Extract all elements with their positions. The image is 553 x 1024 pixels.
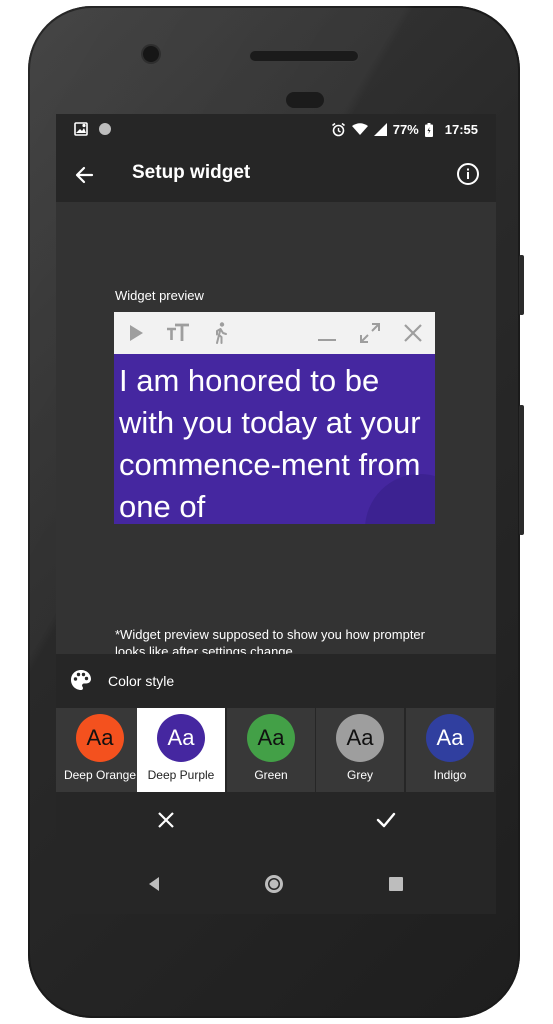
close-icon[interactable] xyxy=(401,321,425,345)
swatch-circle: Aa xyxy=(157,714,205,762)
color-swatch-list: Aa Deep Orange Aa Deep Purple Aa Green A… xyxy=(56,706,496,794)
dot-notification-icon xyxy=(98,122,112,136)
swatch-grey[interactable]: Aa Grey xyxy=(316,708,404,792)
nav-recents-icon[interactable] xyxy=(384,872,408,896)
minimize-icon[interactable] xyxy=(315,321,339,345)
swatch-green[interactable]: Aa Green xyxy=(227,708,315,792)
widget-preview: I am honored to be with you today at you… xyxy=(114,312,435,524)
swatch-label: Deep Orange xyxy=(63,768,137,782)
confirm-button[interactable] xyxy=(372,806,400,834)
arrow-back-icon[interactable] xyxy=(70,160,100,190)
swatch-label: Deep Purple xyxy=(147,768,215,782)
text-size-icon[interactable] xyxy=(166,321,190,345)
nav-home-icon[interactable] xyxy=(262,872,286,896)
clock: 17:55 xyxy=(444,122,478,137)
power-button xyxy=(519,405,524,535)
page-title: Setup widget xyxy=(132,162,251,183)
preview-area: Widget preview I am honored to be with y… xyxy=(56,202,496,659)
battery-icon xyxy=(424,122,433,137)
walk-icon[interactable] xyxy=(208,321,232,345)
swatch-deep-orange[interactable]: Aa Deep Orange xyxy=(56,708,144,792)
battery-percent: 77% xyxy=(392,122,419,137)
front-camera xyxy=(143,46,159,62)
swatch-label: Indigo xyxy=(433,768,467,782)
alarm-icon xyxy=(331,122,346,137)
dialog-actions xyxy=(56,794,496,846)
signal-icon xyxy=(373,123,387,136)
palette-icon xyxy=(70,669,92,691)
play-icon[interactable] xyxy=(124,321,148,345)
widget-preview-label: Widget preview xyxy=(115,288,204,303)
swatch-label: Grey xyxy=(346,768,373,782)
expand-icon[interactable] xyxy=(358,321,382,345)
color-style-header: Color style xyxy=(56,654,496,706)
wifi-icon xyxy=(351,123,368,136)
swatch-indigo[interactable]: Aa Indigo xyxy=(406,708,494,792)
widget-toolbar xyxy=(114,312,435,354)
cancel-button[interactable] xyxy=(152,806,180,834)
swatch-deep-purple[interactable]: Aa Deep Purple xyxy=(137,708,225,792)
color-style-label: Color style xyxy=(108,673,175,689)
nav-back-icon[interactable] xyxy=(142,872,166,896)
info-icon[interactable] xyxy=(454,160,482,188)
swatch-circle: Aa xyxy=(336,714,384,762)
screen: 77% 17:55 Setup widget Widget preview I … xyxy=(56,114,496,914)
swatch-circle: Aa xyxy=(76,714,124,762)
status-bar: 77% 17:55 xyxy=(56,114,496,146)
widget-text-area: I am honored to be with you today at you… xyxy=(114,354,435,524)
prompter-text: I am honored to be with you today at you… xyxy=(119,363,421,524)
swatch-circle: Aa xyxy=(247,714,295,762)
navigation-bar xyxy=(56,854,496,914)
volume-button xyxy=(519,255,524,315)
proximity-sensor xyxy=(286,92,324,108)
app-toolbar: Setup widget xyxy=(56,146,496,202)
photo-notification-icon xyxy=(74,122,88,136)
swatch-label: Green xyxy=(254,768,288,782)
earpiece-speaker xyxy=(250,51,358,61)
swatch-circle: Aa xyxy=(426,714,474,762)
